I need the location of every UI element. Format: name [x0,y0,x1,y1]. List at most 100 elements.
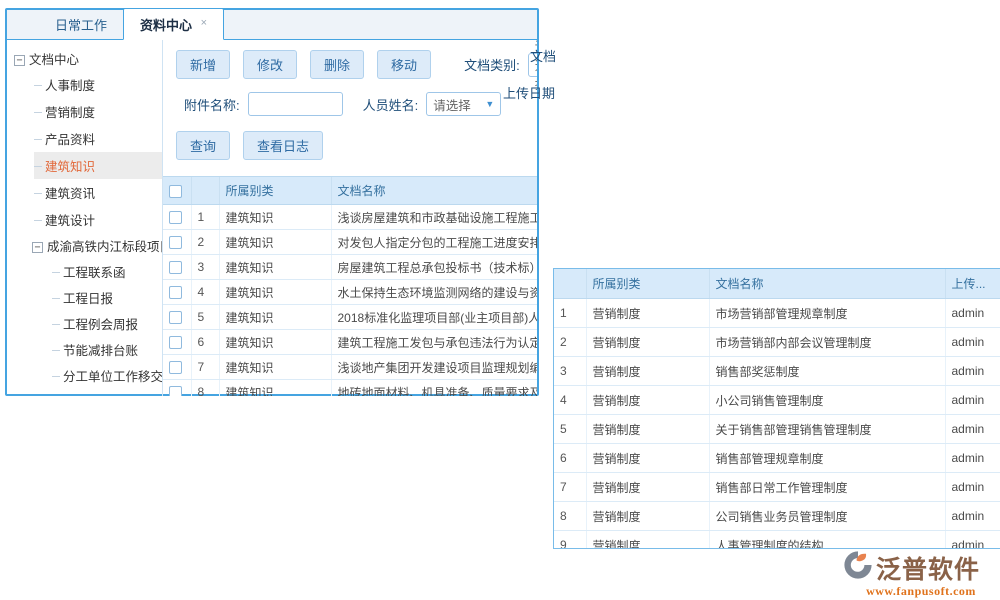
row-index: 6 [191,330,219,355]
person-name-value: 请选择 [433,95,471,114]
row-category: 营销制度 [586,328,709,357]
table-row[interactable]: 2营销制度市场营销部内部会议管理制度admin [554,328,1000,357]
row-index: 2 [191,230,219,255]
row-index: 5 [554,415,586,444]
row-index: 3 [554,357,586,386]
table-row[interactable]: 1建筑知识浅谈房屋建筑和市政基础设施工程施工... [163,205,537,230]
table-row[interactable]: 2建筑知识对发包人指定分包的工程施工进度安排... [163,230,537,255]
tree-item[interactable]: 工程日报 [52,284,162,310]
row-index: 2 [554,328,586,357]
view-log-button[interactable]: 查看日志 [243,131,323,160]
tree-item[interactable]: 工程联系函 [52,258,162,284]
toolbar-row: 新增 修改 删除 移动 文档类别: 请选择 ▼ [176,50,537,79]
row-category: 营销制度 [586,444,709,473]
table-row[interactable]: 3建筑知识房屋建筑工程总承包投标书（技术标）... [163,255,537,280]
table-row[interactable]: 8建筑知识地砖地面材料、机具准备、质量要求及... [163,380,537,397]
tab-bar: 日常工作 资料中心 × [7,10,537,40]
table-row[interactable]: 6营销制度销售部管理规章制度admin [554,444,1000,473]
close-icon[interactable]: × [201,17,207,29]
row-category: 建筑知识 [219,280,331,305]
row-index: 4 [191,280,219,305]
row-checkbox[interactable] [169,361,182,374]
tab-data-center[interactable]: 资料中心 × [123,8,224,40]
document-table: 所属别类 文档名称 1建筑知识浅谈房屋建筑和市政基础设施工程施工... 2建筑知… [163,177,537,396]
fanpu-logo: 泛普软件 www.fanpusoft.com [842,549,1000,599]
row-category: 建筑知识 [219,330,331,355]
row-name: 小公司销售管理制度 [709,386,945,415]
row-checkbox[interactable] [169,286,182,299]
tree-item[interactable]: 建筑设计 [34,206,162,233]
row-checkbox[interactable] [169,236,182,249]
tree-item[interactable]: 产品资料 [34,125,162,152]
move-button[interactable]: 移动 [377,50,431,79]
row-checkbox[interactable] [169,261,182,274]
table-row[interactable]: 3营销制度销售部奖惩制度admin [554,357,1000,386]
tree-item[interactable]: 节能减排台账 [52,336,162,362]
table-row[interactable]: 6建筑知识建筑工程施工发包与承包违法行为认定... [163,330,537,355]
table-row[interactable]: 8营销制度公司销售业务员管理制度admin [554,502,1000,531]
row-uploader: admin [945,502,1000,531]
person-name-select[interactable]: 请选择 ▼ [426,92,501,116]
content-area: 新增 修改 删除 移动 文档类别: 请选择 ▼ 附件名称: 人员姓名: 请选择 [163,40,537,396]
row-index: 8 [554,502,586,531]
row-name: 地砖地面材料、机具准备、质量要求及... [331,380,537,397]
table-row[interactable]: 1营销制度市场营销部管理规章制度admin [554,299,1000,328]
table-row[interactable]: 7建筑知识浅谈地产集团开发建设项目监理规划编... [163,355,537,380]
logo-name: 泛普软件 [876,550,980,586]
add-button[interactable]: 新增 [176,50,230,79]
tree-item[interactable]: 人事制度 [34,71,162,98]
index-column-header [554,269,586,299]
attachment-name-input[interactable] [248,92,343,116]
row-name: 水土保持生态环境监测网络的建设与资... [331,280,537,305]
tree-item[interactable]: 营销制度 [34,98,162,125]
tree-item[interactable]: 建筑资讯 [34,179,162,206]
row-name: 建筑工程施工发包与承包违法行为认定... [331,330,537,355]
tree-root-label: 文档中心 [29,53,79,67]
table-header-row: 所属别类 文档名称 [163,177,537,205]
row-index: 8 [191,380,219,397]
row-category: 建筑知识 [219,205,331,230]
row-category: 建筑知识 [219,230,331,255]
collapse-icon[interactable]: − [14,55,25,66]
table-row[interactable]: 9营销制度人事管理制度的结构admin [554,531,1000,550]
table-row[interactable]: 5营销制度关于销售部管理销售管理制度admin [554,415,1000,444]
tab-data-center-label: 资料中心 [140,18,192,33]
table-row[interactable]: 5建筑知识2018标准化监理项目部(业主项目部)人员... [163,305,537,330]
screen: 日常工作 资料中心 × −文档中心 人事制度 营销制度 产品资料 建筑知识 建筑… [0,0,1000,600]
tree-item[interactable]: 分工单位工作移交 [52,362,162,388]
row-name: 关于销售部管理销售管理制度 [709,415,945,444]
row-index: 1 [554,299,586,328]
tree-item[interactable]: 工程例会周报 [52,310,162,336]
tree-root-doc-center[interactable]: −文档中心 [14,46,162,71]
delete-button[interactable]: 删除 [310,50,364,79]
select-all-checkbox[interactable] [169,185,182,198]
modify-button[interactable]: 修改 [243,50,297,79]
tree-item[interactable]: 监理资料(B2资质) [52,388,162,396]
row-index: 6 [554,444,586,473]
tab-daily-work[interactable]: 日常工作 [39,9,123,39]
upload-date-label: 上传日期 [503,83,555,102]
tree-root-project[interactable]: −成渝高铁内江标段项目 [32,233,162,258]
row-name: 市场营销部内部会议管理制度 [709,328,945,357]
tree-item-selected[interactable]: 建筑知识 [34,152,162,179]
row-checkbox[interactable] [169,386,182,396]
row-index: 4 [554,386,586,415]
row-uploader: admin [945,386,1000,415]
row-name: 销售部管理规章制度 [709,444,945,473]
collapse-icon[interactable]: − [32,242,43,253]
table-row[interactable]: 4建筑知识水土保持生态环境监测网络的建设与资... [163,280,537,305]
index-column-header [191,177,219,205]
row-checkbox[interactable] [169,211,182,224]
row-checkbox[interactable] [169,311,182,324]
row-category: 建筑知识 [219,380,331,397]
table-row[interactable]: 4营销制度小公司销售管理制度admin [554,386,1000,415]
row-checkbox[interactable] [169,336,182,349]
logo-url: www.fanpusoft.com [842,584,1000,599]
table-row[interactable]: 7营销制度销售部日常工作管理制度admin [554,473,1000,502]
query-button[interactable]: 查询 [176,131,230,160]
category-column-header: 所属别类 [586,269,709,299]
chevron-down-icon: ▼ [485,99,494,109]
row-category: 建筑知识 [219,355,331,380]
row-uploader: admin [945,328,1000,357]
doc-clipped-label: 文档 [530,46,556,65]
